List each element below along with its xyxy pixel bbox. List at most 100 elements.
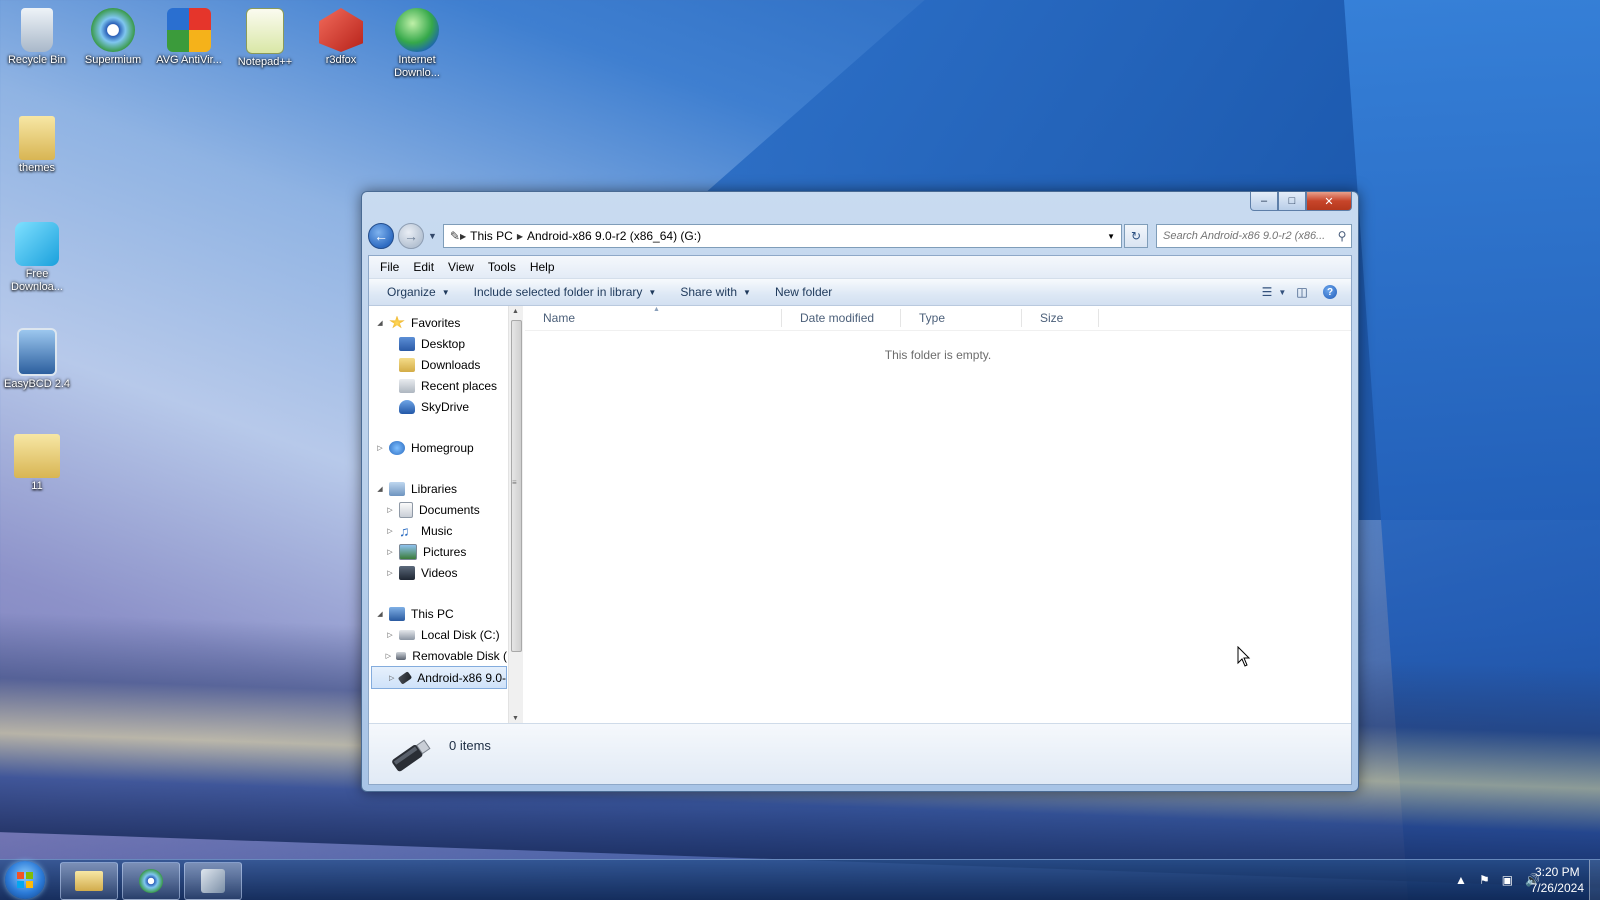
menu-file[interactable]: File <box>373 258 406 276</box>
expand-arrow-icon[interactable]: ▷ <box>385 548 395 556</box>
organize-button[interactable]: Organize ▼ <box>375 282 462 302</box>
breadcrumb-separator-icon[interactable]: ▶ <box>460 232 466 241</box>
nav-videos[interactable]: ▷ Videos <box>369 562 507 583</box>
nav-removable-disk[interactable]: ▷ Removable Disk ( <box>369 645 507 666</box>
nav-pictures[interactable]: ▷ Pictures <box>369 541 507 562</box>
nav-videos-label: Videos <box>421 565 458 580</box>
desktop-icon-idm[interactable]: Internet Downlo... <box>380 2 454 80</box>
menu-help[interactable]: Help <box>523 258 562 276</box>
nav-music[interactable]: ▷ ♫ Music <box>369 520 507 541</box>
desktop-icon-avg[interactable]: AVG AntiVir... <box>152 2 226 67</box>
removable-drive-icon <box>395 651 407 660</box>
expand-arrow-icon[interactable]: ▷ <box>388 674 395 682</box>
maximize-button[interactable]: □ <box>1278 192 1306 211</box>
app-icon <box>201 869 225 893</box>
change-view-icon[interactable]: ☰ ▼ <box>1262 282 1287 302</box>
breadcrumb-current-drive[interactable]: Android-x86 9.0-r2 (x86_64) (G:) <box>527 229 701 243</box>
nav-favorites[interactable]: ◢ Favorites <box>369 312 507 333</box>
show-desktop-button[interactable] <box>1589 860 1600 900</box>
preview-pane-icon[interactable]: ◫ <box>1291 282 1313 302</box>
desktop-icon-recycle-bin[interactable]: Recycle Bin <box>0 2 74 67</box>
minimize-button[interactable]: – <box>1250 192 1278 211</box>
taskbar-app-button[interactable] <box>184 862 242 900</box>
usb-drive-icon <box>392 739 431 772</box>
action-center-flag-icon[interactable]: ⚑ <box>1479 873 1490 887</box>
nav-android-label: Android-x86 9.0- <box>417 670 506 685</box>
column-size[interactable]: Size <box>1022 309 1099 327</box>
nav-local-disk[interactable]: ▷ Local Disk (C:) <box>369 624 507 645</box>
desktop-icon-free-download[interactable]: Free Downloa... <box>0 216 74 294</box>
star-icon <box>389 315 405 329</box>
back-button[interactable]: ← <box>368 223 394 249</box>
taskbar-browser-button[interactable] <box>122 862 180 900</box>
help-button[interactable]: ? <box>1319 282 1341 302</box>
nav-recent-places[interactable]: Recent places <box>369 375 507 396</box>
homegroup-icon <box>389 440 405 455</box>
navigation-scrollbar[interactable]: ▲ ≡ ▼ <box>508 306 523 724</box>
breadcrumb-this-pc[interactable]: This PC <box>470 229 513 243</box>
nav-libraries[interactable]: ◢ Libraries <box>369 478 507 499</box>
breadcrumb-separator-icon[interactable]: ▶ <box>517 232 523 241</box>
item-count: 0 items <box>449 738 491 753</box>
explorer-window: – □ ✕ ← → ▼ ✎ ▶ This PC ▶ Android-x86 9.… <box>361 191 1359 792</box>
desktop-icon-r3dfox[interactable]: r3dfox <box>304 2 378 67</box>
taskbar-explorer-button[interactable] <box>60 862 118 900</box>
collapse-arrow-icon[interactable]: ◢ <box>375 319 385 327</box>
menu-view[interactable]: View <box>441 258 481 276</box>
expand-arrow-icon[interactable]: ▷ <box>385 506 395 514</box>
expand-arrow-icon[interactable]: ▷ <box>385 527 395 535</box>
search-icon[interactable]: ⚲ <box>1333 229 1351 243</box>
drive-icon: ✎ <box>449 229 460 243</box>
show-hidden-icons-icon[interactable]: ▲ <box>1455 873 1467 887</box>
new-folder-label: New folder <box>774 285 833 299</box>
navigation-tree: ◢ Favorites Desktop Downloads Recent pla… <box>369 312 507 689</box>
pictures-icon <box>399 543 417 560</box>
collapse-arrow-icon[interactable]: ◢ <box>375 485 385 493</box>
search-box[interactable]: ⚲ <box>1156 224 1352 248</box>
nav-this-pc[interactable]: ◢ This PC <box>369 603 507 624</box>
menu-tools[interactable]: Tools <box>481 258 523 276</box>
windows-logo-icon <box>17 872 33 888</box>
nav-homegroup[interactable]: ▷ Homegroup <box>369 437 507 458</box>
scroll-up-arrow-icon[interactable]: ▲ <box>512 308 519 315</box>
scroll-down-arrow-icon[interactable]: ▼ <box>512 715 519 722</box>
search-input[interactable] <box>1157 229 1333 243</box>
nav-downloads[interactable]: Downloads <box>369 354 507 375</box>
expand-arrow-icon[interactable]: ▷ <box>385 569 395 577</box>
expand-arrow-icon[interactable]: ▷ <box>375 444 385 452</box>
expand-arrow-icon[interactable]: ▷ <box>385 652 392 660</box>
documents-icon <box>399 501 413 518</box>
include-in-library-button[interactable]: Include selected folder in library ▼ <box>462 282 669 302</box>
forward-button[interactable]: → <box>398 223 424 249</box>
address-dropdown-icon[interactable]: ▼ <box>1107 232 1115 241</box>
column-date-modified[interactable]: Date modified <box>782 309 901 327</box>
share-with-button[interactable]: Share with ▼ <box>668 282 763 302</box>
collapse-arrow-icon[interactable]: ◢ <box>375 610 385 618</box>
address-bar[interactable]: ✎ ▶ This PC ▶ Android-x86 9.0-r2 (x86_64… <box>442 224 1122 248</box>
nav-desktop[interactable]: Desktop <box>369 333 507 354</box>
scroll-grip-icon: ≡ <box>512 478 517 487</box>
refresh-button[interactable]: ↻ <box>1124 224 1148 248</box>
desktop-icon-notepad[interactable]: Notepad++ <box>228 2 302 69</box>
desktop-icon-supermium[interactable]: Supermium <box>76 2 150 67</box>
clock[interactable]: 3:20 PM 7/26/2024 <box>1531 864 1584 896</box>
desktop-icon-folder-11[interactable]: 11 <box>0 428 74 493</box>
nav-documents[interactable]: ▷ Documents <box>369 499 507 520</box>
menu-edit[interactable]: Edit <box>406 258 441 276</box>
desktop-icon-easybcd[interactable]: EasyBCD 2.4 <box>0 322 74 391</box>
close-button[interactable]: ✕ <box>1306 192 1352 211</box>
column-type[interactable]: Type <box>901 309 1022 327</box>
download-manager-icon <box>395 8 439 52</box>
desktop-icon-themes[interactable]: themes <box>0 110 74 175</box>
file-list[interactable]: ▲ Name Date modified Type Size This fold… <box>525 306 1351 724</box>
folder-icon <box>75 871 103 891</box>
folder-icon <box>14 434 60 478</box>
expand-arrow-icon[interactable]: ▷ <box>385 631 395 639</box>
network-icon[interactable]: ▣ <box>1502 873 1513 887</box>
recent-locations-dropdown[interactable]: ▼ <box>428 231 437 241</box>
nav-homegroup-label: Homegroup <box>411 440 474 455</box>
nav-android-drive[interactable]: ▷ Android-x86 9.0- <box>371 666 507 689</box>
nav-skydrive[interactable]: SkyDrive <box>369 396 507 417</box>
new-folder-button[interactable]: New folder <box>763 282 844 302</box>
start-button[interactable] <box>5 861 45 899</box>
